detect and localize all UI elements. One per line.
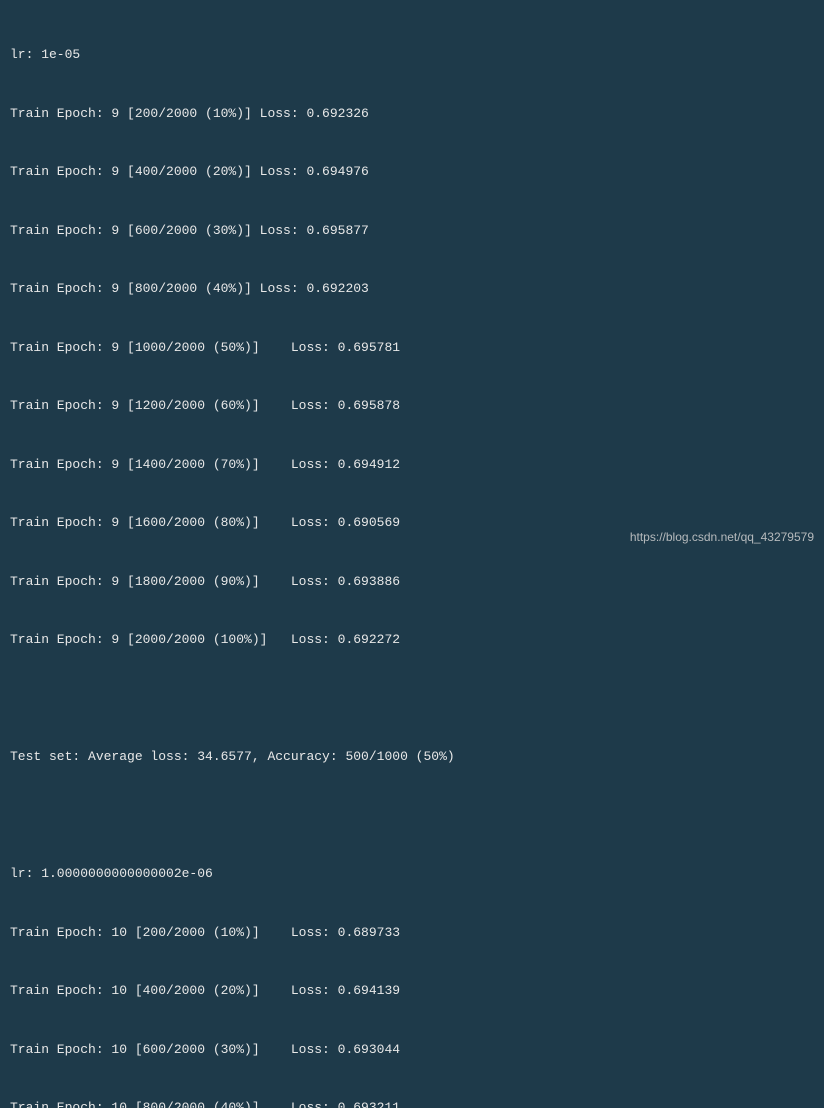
- train-log-line: Train Epoch: 10 [800/2000 (40%)] Loss: 0…: [10, 1098, 814, 1108]
- train-log-line: Train Epoch: 9 [2000/2000 (100%)] Loss: …: [10, 630, 814, 650]
- learning-rate-line: lr: 1.0000000000000002e-06: [10, 864, 814, 884]
- train-log-line: Train Epoch: 9 [1800/2000 (90%)] Loss: 0…: [10, 572, 814, 592]
- watermark-text: https://blog.csdn.net/qq_43279579: [630, 528, 814, 546]
- train-log-line: Train Epoch: 9 [1400/2000 (70%)] Loss: 0…: [10, 455, 814, 475]
- train-log-line: Train Epoch: 9 [800/2000 (40%)] Loss: 0.…: [10, 279, 814, 299]
- train-log-line: Train Epoch: 9 [1200/2000 (60%)] Loss: 0…: [10, 396, 814, 416]
- train-log-line: Train Epoch: 10 [400/2000 (20%)] Loss: 0…: [10, 981, 814, 1001]
- learning-rate-line: lr: 1e-05: [10, 45, 814, 65]
- blank-line: [10, 806, 814, 826]
- train-log-line: Train Epoch: 10 [200/2000 (10%)] Loss: 0…: [10, 923, 814, 943]
- train-log-line: Train Epoch: 9 [200/2000 (10%)] Loss: 0.…: [10, 104, 814, 124]
- train-log-line: Train Epoch: 9 [600/2000 (30%)] Loss: 0.…: [10, 221, 814, 241]
- train-log-line: Train Epoch: 10 [600/2000 (30%)] Loss: 0…: [10, 1040, 814, 1060]
- blank-line: [10, 689, 814, 709]
- train-log-line: Train Epoch: 9 [1000/2000 (50%)] Loss: 0…: [10, 338, 814, 358]
- terminal-output: lr: 1e-05 Train Epoch: 9 [200/2000 (10%)…: [10, 6, 814, 1108]
- train-log-line: Train Epoch: 9 [400/2000 (20%)] Loss: 0.…: [10, 162, 814, 182]
- test-result-line: Test set: Average loss: 34.6577, Accurac…: [10, 747, 814, 767]
